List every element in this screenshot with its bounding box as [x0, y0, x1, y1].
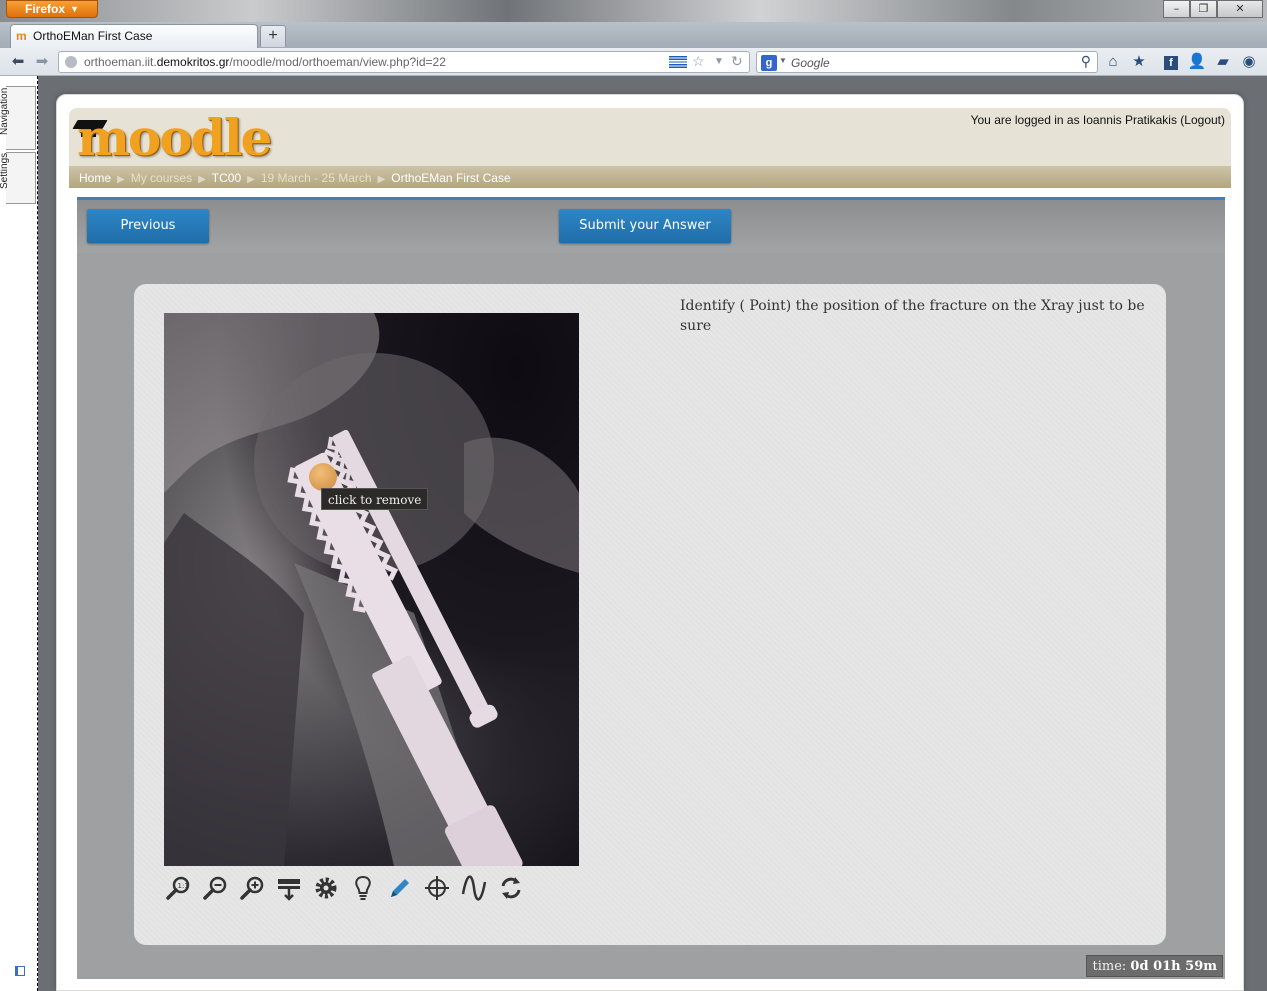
- pencil-icon[interactable]: [386, 874, 414, 902]
- chevron-down-icon: ▼: [70, 4, 79, 14]
- timer-value: 0d 01h 59m: [1130, 959, 1217, 974]
- time-remaining: time: 0d 01h 59m: [1086, 955, 1223, 977]
- previous-button[interactable]: Previous: [87, 209, 209, 243]
- search-bar[interactable]: g ▼ Google ⚲: [756, 51, 1098, 73]
- breadcrumb-my-courses[interactable]: My courses: [131, 171, 192, 185]
- remove-marker-tooltip[interactable]: click to remove: [321, 488, 429, 510]
- login-info[interactable]: You are logged in as Ioannis Pratikakis …: [971, 113, 1225, 127]
- timer-label: time:: [1092, 959, 1127, 974]
- breadcrumb-separator-icon: ▶: [117, 174, 125, 185]
- xray-drawing: [164, 313, 579, 866]
- search-input[interactable]: Google: [791, 56, 830, 70]
- site-identity-icon[interactable]: [65, 56, 77, 68]
- move-icon[interactable]: [275, 874, 303, 902]
- minimize-button[interactable]: –: [1163, 0, 1190, 18]
- breadcrumb-separator-icon: ▶: [198, 174, 206, 185]
- engine-dropdown-icon[interactable]: ▼: [779, 56, 787, 65]
- curve-icon[interactable]: [460, 874, 488, 902]
- url-bar[interactable]: orthoeman.iit.demokritos.gr/moodle/mod/o…: [58, 51, 750, 73]
- firefox-menu-button[interactable]: Firefox ▼: [6, 0, 98, 18]
- crosshair-icon[interactable]: [423, 874, 451, 902]
- breadcrumb-current: OrthoEMan First Case: [391, 171, 511, 185]
- sidebar-tab-settings[interactable]: Settings: [0, 152, 36, 204]
- search-icon[interactable]: ⚲: [1081, 53, 1091, 70]
- sidebar-dock-icon[interactable]: [15, 966, 25, 976]
- zoom-fit-icon[interactable]: 1:1: [164, 874, 192, 902]
- submit-answer-button[interactable]: Submit your Answer: [559, 209, 731, 243]
- firefox-menu-label: Firefox: [25, 2, 66, 16]
- browser-tab[interactable]: m OrthoEMan First Case: [10, 24, 258, 48]
- svg-text:1:1: 1:1: [178, 882, 189, 890]
- people-icon[interactable]: 👤: [1187, 52, 1207, 72]
- sidebar-tab-navigation[interactable]: Navigation: [0, 86, 36, 150]
- reload-icon[interactable]: ↻: [731, 53, 743, 70]
- close-window-button[interactable]: ✕: [1217, 0, 1263, 18]
- breadcrumb-week[interactable]: 19 March - 25 March: [261, 171, 372, 185]
- greek-flag-icon: [669, 56, 687, 68]
- breadcrumb-separator-icon: ▶: [377, 174, 386, 185]
- breadcrumb-separator-icon: ▶: [247, 174, 255, 185]
- breadcrumb: Home ▶ My courses ▶ TC00 ▶ 19 March - 25 March…: [69, 166, 1231, 188]
- history-dropdown-icon[interactable]: ▼: [714, 56, 724, 67]
- moodle-logo[interactable]: moodle: [77, 108, 272, 168]
- bookmarks-icon[interactable]: ★: [1129, 52, 1149, 72]
- navigation-toolbar: ⬅ ➡ orthoeman.iit.demokritos.gr/moodle/m…: [0, 48, 1267, 76]
- app-toolbar: Previous Submit your Answer: [77, 200, 1225, 253]
- facebook-icon[interactable]: f: [1161, 52, 1181, 72]
- breadcrumb-course[interactable]: TC00: [212, 171, 241, 185]
- tab-title: OrthoEMan First Case: [33, 29, 153, 43]
- moodle-favicon-icon: m: [16, 29, 27, 43]
- breadcrumb-home[interactable]: Home: [79, 171, 111, 185]
- forward-arrow-icon[interactable]: ➡: [33, 53, 51, 71]
- back-arrow-icon[interactable]: ⬅: [9, 53, 27, 71]
- gear-icon[interactable]: [312, 874, 340, 902]
- chat-icon[interactable]: ▰: [1213, 52, 1233, 72]
- lightbulb-icon[interactable]: [349, 874, 377, 902]
- bookmark-star-icon[interactable]: ☆: [692, 53, 705, 70]
- rotate-icon[interactable]: [497, 874, 525, 902]
- question-text: Identify ( Point) the position of the fr…: [680, 298, 1145, 334]
- moodle-page: moodle You are logged in as Ioannis Prat…: [56, 94, 1244, 991]
- page-header: moodle You are logged in as Ioannis Prat…: [69, 108, 1231, 188]
- case-panel: Identify ( Point) the position of the fr…: [134, 284, 1166, 945]
- zoom-in-icon[interactable]: [238, 874, 266, 902]
- globe-icon[interactable]: ◉: [1239, 52, 1259, 72]
- tab-bar: m OrthoEMan First Case +: [0, 22, 1267, 48]
- zoom-out-icon[interactable]: [201, 874, 229, 902]
- home-icon[interactable]: ⌂: [1103, 52, 1123, 72]
- window-titlebar: Firefox ▼ – ❐ ✕: [0, 0, 1267, 22]
- maximize-button[interactable]: ❐: [1190, 0, 1217, 18]
- xray-image[interactable]: click to remove: [164, 313, 579, 866]
- new-tab-button[interactable]: +: [260, 25, 286, 47]
- fracture-marker[interactable]: [309, 463, 337, 491]
- url-text: orthoeman.iit.demokritos.gr/moodle/mod/o…: [84, 55, 446, 69]
- google-engine-icon[interactable]: g: [761, 55, 777, 71]
- orthoeman-app: Previous Submit your Answer Identify ( P…: [77, 197, 1225, 979]
- sidebar: Navigation Settings: [0, 76, 38, 991]
